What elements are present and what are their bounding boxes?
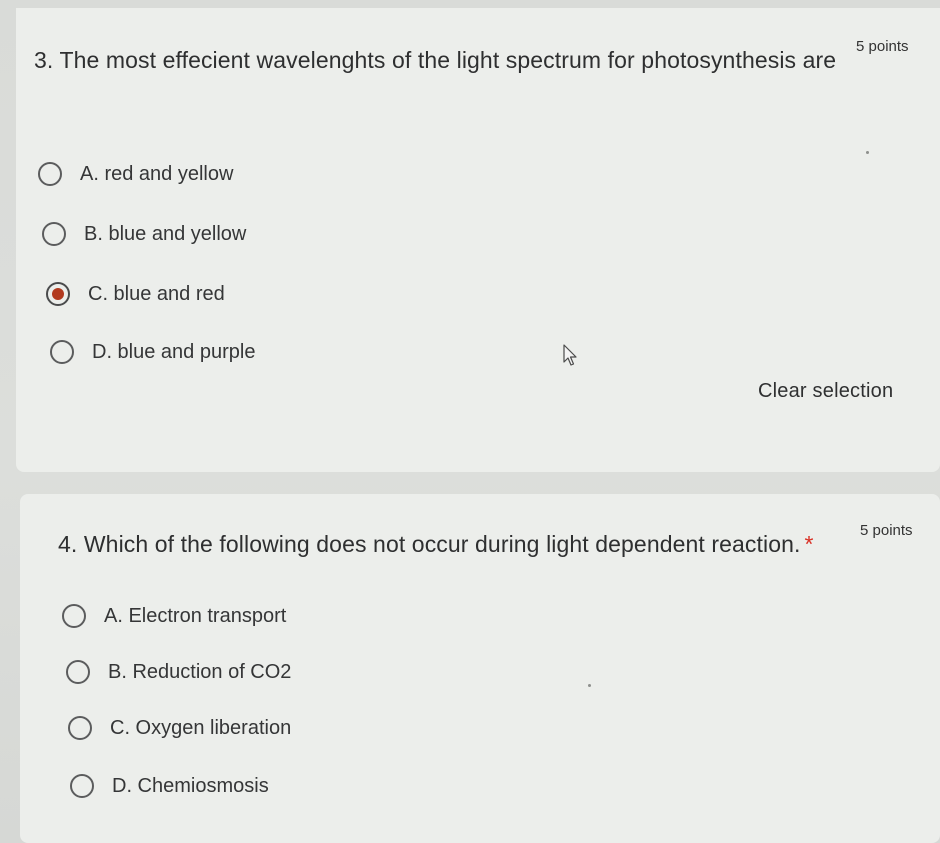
screen-speck xyxy=(588,684,591,687)
radio-filled-icon[interactable] xyxy=(46,282,70,306)
option-d[interactable]: D. Chemiosmosis xyxy=(70,768,269,804)
question-title: 4. Which of the following does not occur… xyxy=(58,522,858,566)
option-label: C. Oxygen liberation xyxy=(110,716,292,739)
radio-empty-icon[interactable] xyxy=(68,716,92,740)
points-label: 5 points xyxy=(856,38,909,55)
required-star: * xyxy=(804,531,814,557)
points-label: 5 points xyxy=(860,522,913,539)
option-c[interactable]: C. Oxygen liberation xyxy=(68,710,291,746)
radio-empty-icon[interactable] xyxy=(62,604,86,628)
option-label: C. blue and red xyxy=(88,282,225,305)
radio-empty-icon[interactable] xyxy=(66,660,90,684)
radio-empty-icon[interactable] xyxy=(50,340,74,364)
option-label: B. Reduction of CO2 xyxy=(108,660,292,683)
question-card-4: 4. Which of the following does not occur… xyxy=(20,494,940,843)
quiz-page: 3. The most effecient wavelenghts of the… xyxy=(0,0,940,843)
option-label: D. Chemiosmosis xyxy=(112,774,269,797)
clear-selection-button[interactable]: Clear selection xyxy=(758,380,893,403)
option-b[interactable]: B. blue and yellow xyxy=(42,216,246,252)
option-label: D. blue and purple xyxy=(92,340,256,363)
mouse-pointer-icon xyxy=(563,344,577,366)
question-card-3: 3. The most effecient wavelenghts of the… xyxy=(16,8,940,472)
option-label: A. Electron transport xyxy=(104,604,287,627)
question-title: 3. The most effecient wavelenghts of the… xyxy=(34,47,837,73)
question-text: 4. Which of the following does not occur… xyxy=(58,531,801,557)
screen-speck xyxy=(866,151,869,154)
option-c[interactable]: C. blue and red xyxy=(46,276,225,312)
radio-empty-icon[interactable] xyxy=(70,774,94,798)
option-a[interactable]: A. Electron transport xyxy=(62,598,286,634)
radio-empty-icon[interactable] xyxy=(38,162,62,186)
option-a[interactable]: A. red and yellow xyxy=(38,156,233,192)
option-b[interactable]: B. Reduction of CO2 xyxy=(66,654,291,690)
radio-dot xyxy=(52,288,64,300)
option-label: A. red and yellow xyxy=(80,162,234,185)
radio-empty-icon[interactable] xyxy=(42,222,66,246)
option-d[interactable]: D. blue and purple xyxy=(50,334,255,370)
option-label: B. blue and yellow xyxy=(84,222,247,245)
